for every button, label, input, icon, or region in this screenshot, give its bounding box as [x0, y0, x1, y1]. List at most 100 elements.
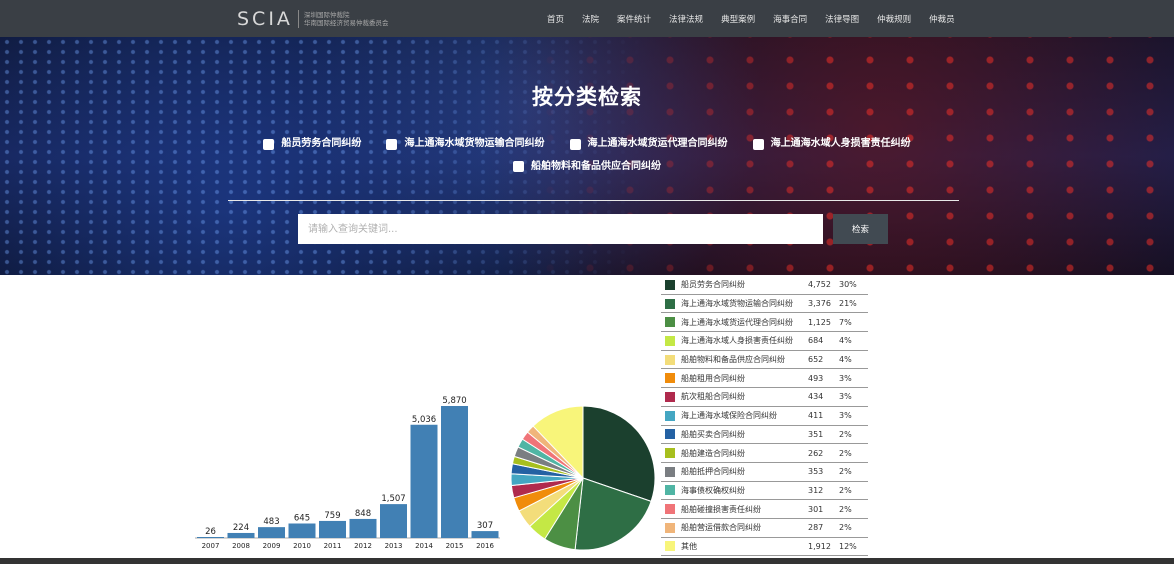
legend-label: 其他 [681, 541, 697, 551]
legend-label: 船舶买卖合同纠纷 [681, 429, 745, 439]
filter-cargo-transport[interactable]: 海上通海水域货物运输合同纠纷 [386, 133, 544, 155]
nav-court[interactable]: 法院 [582, 13, 599, 25]
legend-swatch [665, 335, 675, 346]
bar-value-label: 1,507 [381, 494, 405, 504]
legend-row[interactable]: 船舶租用合同纠纷 493 3% [661, 369, 868, 389]
legend-percent: 3% [839, 411, 852, 421]
nav-home[interactable]: 首页 [547, 13, 564, 25]
bar-value-label: 5,036 [412, 415, 436, 425]
legend-row[interactable]: 海上通海水域货物运输合同纠纷 3,376 21% [661, 295, 868, 314]
legend-percent: 2% [839, 523, 852, 533]
nav-case-stats[interactable]: 案件统计 [617, 13, 651, 25]
legend-label: 航次租船合同纠纷 [681, 392, 745, 402]
filter-label: 船员劳务合同纠纷 [281, 138, 362, 149]
logo-subtitle: 深圳国际仲裁院 华南国际经济贸易仲裁委员会 [304, 11, 389, 27]
category-filters: 船员劳务合同纠纷 海上通海水域货物运输合同纠纷 海上通海水域货运代理合同纠纷 海… [230, 133, 944, 178]
checkbox-icon[interactable] [752, 138, 764, 150]
legend-count: 4,752 [808, 280, 831, 290]
legend-percent: 2% [839, 429, 852, 439]
legend-row[interactable]: 海上通海水域货运代理合同纠纷 1,125 7% [661, 313, 868, 333]
logo-mark: SCIA [237, 8, 293, 30]
filter-personal-injury[interactable]: 海上通海水域人身损害责任纠纷 [752, 133, 911, 155]
bar-category-label: 2011 [324, 542, 342, 550]
legend-label: 船舶营运借款合同纠纷 [681, 523, 761, 533]
legend-percent: 4% [839, 336, 852, 346]
bar-category-label: 2007 [202, 542, 220, 550]
nav-maritime-contracts[interactable]: 海事合同 [773, 13, 807, 25]
bar-value-label: 759 [324, 511, 340, 521]
legend-count: 312 [808, 485, 824, 495]
legend-row[interactable]: 船舶抵押合同纠纷 353 2% [661, 463, 868, 482]
search-button[interactable]: 检索 [833, 214, 888, 244]
legend-swatch [665, 429, 675, 440]
legend-row[interactable]: 船舶买卖合同纠纷 351 2% [661, 426, 868, 445]
legend-row[interactable]: 海事债权确权纠纷 312 2% [661, 482, 868, 501]
legend-count: 3,376 [808, 299, 831, 309]
legend-swatch [665, 504, 675, 515]
legend-percent: 4% [839, 355, 852, 365]
nav-typical-cases[interactable]: 典型案例 [721, 13, 755, 25]
bar-value-label: 307 [477, 521, 493, 531]
legend-row[interactable]: 其他 1,912 12% [661, 538, 868, 557]
bar-category-label: 2012 [354, 542, 372, 550]
filter-label: 船舶物料和备品供应合同纠纷 [531, 160, 661, 172]
logo[interactable]: SCIA 深圳国际仲裁院 华南国际经济贸易仲裁委员会 [237, 8, 388, 30]
legend-label: 海上通海水域货运代理合同纠纷 [681, 317, 793, 327]
checkbox-icon[interactable] [386, 138, 398, 150]
bar-category-label: 2016 [476, 542, 494, 550]
legend-swatch [665, 466, 675, 477]
legend-row[interactable]: 航次租船合同纠纷 434 3% [661, 388, 868, 407]
bar-category-label: 2009 [263, 542, 281, 550]
legend-row[interactable]: 船舶碰撞损害责任纠纷 301 2% [661, 500, 868, 519]
legend-count: 652 [808, 355, 824, 365]
nav-arbitrators[interactable]: 仲裁员 [929, 13, 955, 25]
legend-row[interactable]: 船舶营运借款合同纠纷 287 2% [661, 519, 868, 538]
filter-crew-labor[interactable]: 船员劳务合同纠纷 [263, 133, 361, 155]
legend-row[interactable]: 海上通海水域人身损害责任纠纷 684 4% [661, 332, 868, 351]
legend-swatch [665, 522, 675, 533]
legend-percent: 12% [839, 541, 857, 551]
legend-count: 411 [808, 411, 824, 421]
legend-count: 262 [808, 448, 824, 458]
bar-value-label: 5,870 [442, 396, 466, 406]
bar-value-label: 224 [233, 523, 249, 533]
legend-label: 海上通海水域人身损害责任纠纷 [681, 336, 793, 346]
legend-row[interactable]: 船员劳务合同纠纷 4,752 30% [661, 276, 868, 295]
legend-row[interactable]: 船舶物料和备品供应合同纠纷 652 4% [661, 351, 868, 370]
nav-arbitration-rules[interactable]: 仲裁规则 [877, 13, 911, 25]
legend-percent: 2% [839, 448, 852, 458]
legend-row[interactable]: 海上通海水域保险合同纠纷 411 3% [661, 407, 868, 426]
search-input[interactable] [298, 214, 823, 244]
checkbox-icon[interactable] [569, 138, 581, 150]
yearly-case-bar-chart: 26 2007 224 2008 483 2009 645 2010 759 2011 848 201… [195, 396, 500, 550]
legend-count: 351 [808, 429, 824, 439]
legend-swatch [665, 391, 675, 402]
bar-2015 [441, 406, 468, 538]
nav-law-map[interactable]: 法律导图 [825, 13, 859, 25]
legend-row[interactable]: 船舶建造合同纠纷 262 2% [661, 444, 868, 463]
checkbox-icon[interactable] [513, 161, 524, 172]
filter-label: 海上通海水域人身损害责任纠纷 [770, 138, 911, 149]
case-type-pie-chart [510, 405, 656, 551]
bar-value-label: 645 [294, 513, 310, 523]
legend-percent: 2% [839, 485, 852, 495]
legend-percent: 21% [839, 299, 857, 309]
bar-2016 [471, 531, 499, 538]
bar-category-label: 2015 [446, 542, 464, 550]
legend-label: 船舶租用合同纠纷 [681, 373, 745, 383]
legend-percent: 30% [839, 280, 857, 290]
nav-laws[interactable]: 法律法规 [669, 13, 703, 25]
logo-subtitle-line1: 深圳国际仲裁院 [303, 11, 350, 19]
hero-banner: 按分类检索 船员劳务合同纠纷 海上通海水域货物运输合同纠纷 海上通海水域货运代理… [0, 37, 1174, 275]
filter-freight-forwarding[interactable]: 海上通海水域货运代理合同纠纷 [569, 133, 728, 155]
main-nav: 首页 法院 案件统计 法律法规 典型案例 海事合同 法律导图 仲裁规则 仲裁员 [538, 0, 964, 37]
pie-legend-table: 船员劳务合同纠纷 4,752 30% 海上通海水域货物运输合同纠纷 3,376 21% 海上… [661, 276, 868, 557]
bar-2009 [258, 527, 285, 538]
top-navbar: SCIA 深圳国际仲裁院 华南国际经济贸易仲裁委员会 首页 法院 案件统计 法律… [0, 0, 1174, 37]
bar-category-label: 2010 [293, 542, 311, 550]
page-title: 按分类检索 [532, 85, 642, 109]
bar-value-label: 483 [263, 517, 279, 527]
filter-ship-supplies[interactable]: 船舶物料和备品供应合同纠纷 [513, 156, 661, 178]
checkbox-icon[interactable] [263, 138, 275, 150]
bar-2014 [410, 424, 438, 538]
